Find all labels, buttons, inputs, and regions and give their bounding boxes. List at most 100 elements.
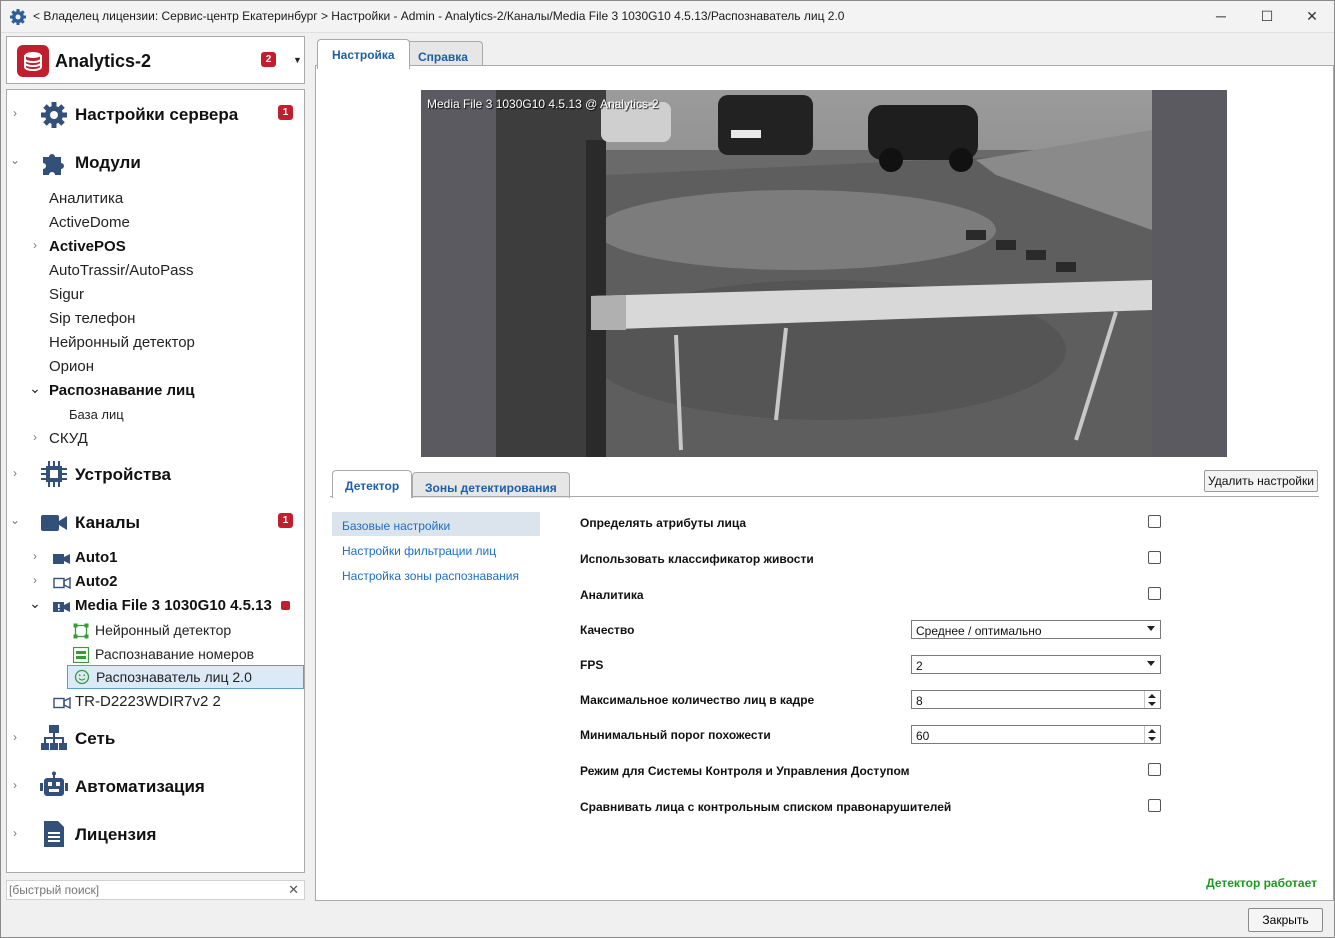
tree-label: Автоматизация bbox=[75, 777, 205, 796]
close-button[interactable]: Закрыть bbox=[1248, 908, 1323, 932]
camera-warning-icon bbox=[53, 602, 70, 612]
nav-basic-settings[interactable]: Базовые настройки bbox=[332, 512, 540, 536]
chevron-right-icon[interactable]: › bbox=[9, 778, 21, 792]
server-selector[interactable]: Analytics-2 2 ▼ bbox=[6, 36, 305, 84]
quick-search-input[interactable] bbox=[9, 882, 279, 898]
chip-icon bbox=[41, 461, 67, 487]
minimize-button[interactable]: ─ bbox=[1198, 1, 1244, 31]
tree-label: TR-D2223WDIR7v2 2 bbox=[75, 693, 221, 710]
checkbox-liveness[interactable] bbox=[1148, 551, 1161, 564]
tree-label: Нейронный детектор bbox=[95, 622, 232, 638]
camera-icon bbox=[53, 554, 70, 564]
chevron-right-icon[interactable]: › bbox=[9, 826, 21, 840]
chevron-right-icon[interactable]: › bbox=[29, 238, 41, 252]
tree-item-sigur[interactable]: Sigur bbox=[49, 286, 304, 303]
min-threshold-spinbox[interactable]: 60 bbox=[911, 725, 1161, 744]
tree-item-autotrassir[interactable]: AutoTrassir/AutoPass bbox=[49, 262, 304, 279]
maximize-button[interactable]: ☐ bbox=[1244, 1, 1290, 31]
tree-label: Лицензия bbox=[75, 825, 157, 844]
puzzle-icon bbox=[43, 154, 64, 175]
tree-item-automation[interactable]: › Автоматизация bbox=[7, 770, 304, 802]
tree-item-media-file[interactable]: ⌄ Media File 3 1030G10 4.5.13 bbox=[7, 595, 304, 617]
tree-item-channels[interactable]: ⌄ Каналы 1 bbox=[7, 506, 304, 538]
tree-label: Распознаватель лиц 2.0 bbox=[96, 669, 252, 685]
window-title: < Владелец лицензии: Сервис-центр Екатер… bbox=[33, 9, 845, 23]
close-window-button[interactable]: ✕ bbox=[1289, 1, 1335, 31]
max-faces-spinbox[interactable]: 8 bbox=[911, 690, 1161, 709]
min-threshold-value: 60 bbox=[916, 729, 930, 743]
fps-value: 2 bbox=[916, 659, 923, 673]
neural-detector-icon bbox=[73, 623, 89, 639]
quality-select[interactable]: Среднее / оптимально bbox=[911, 620, 1161, 639]
tree-item-plate-recognition[interactable]: Распознавание номеров bbox=[7, 645, 304, 665]
fps-select[interactable]: 2 bbox=[911, 655, 1161, 674]
video-preview: Media File 3 1030G10 4.5.13 @ Analytics-… bbox=[421, 90, 1227, 457]
tree-item-server-settings[interactable]: › Настройки сервера 1 bbox=[7, 98, 304, 130]
chevron-right-icon[interactable]: › bbox=[9, 466, 21, 480]
checkbox-attributes[interactable] bbox=[1148, 515, 1161, 528]
checkbox-watchlist[interactable] bbox=[1148, 799, 1161, 812]
dropdown-arrow-icon bbox=[1147, 661, 1155, 666]
smiley-face-icon bbox=[74, 669, 90, 685]
chevron-down-icon[interactable]: ⌄ bbox=[9, 513, 21, 527]
spin-up-icon[interactable] bbox=[1148, 694, 1156, 698]
tree-item-face-db[interactable]: База лиц bbox=[69, 407, 304, 422]
spin-down-icon[interactable] bbox=[1148, 737, 1156, 741]
field-label-fps: FPS bbox=[580, 658, 604, 672]
chevron-down-icon[interactable]: ⌄ bbox=[9, 153, 21, 167]
spin-up-icon[interactable] bbox=[1148, 729, 1156, 733]
plate-recognition-icon bbox=[73, 647, 89, 663]
tree-item-activepos[interactable]: › ActivePOS bbox=[7, 238, 304, 258]
chevron-right-icon[interactable]: › bbox=[29, 430, 41, 444]
tree-item-sip-phone[interactable]: Sip телефон bbox=[49, 310, 304, 327]
checkbox-acs-mode[interactable] bbox=[1148, 763, 1161, 776]
field-label-quality: Качество bbox=[580, 623, 635, 637]
tab-settings[interactable]: Настройка bbox=[317, 39, 410, 69]
tree-item-modules[interactable]: ⌄ Модули bbox=[7, 146, 304, 178]
nav-zone-settings[interactable]: Настройка зоны распознавания bbox=[332, 562, 540, 586]
quality-value: Среднее / оптимально bbox=[916, 624, 1042, 638]
clear-search-icon[interactable]: ✕ bbox=[288, 882, 299, 898]
tree-item-skud[interactable]: › СКУД bbox=[7, 430, 304, 450]
tree-item-tr-camera[interactable]: TR-D2223WDIR7v2 2 bbox=[7, 693, 304, 713]
checkbox-analytics[interactable] bbox=[1148, 587, 1161, 600]
max-faces-value: 8 bbox=[916, 694, 923, 708]
chevron-right-icon[interactable]: › bbox=[9, 730, 21, 744]
subtab-detector[interactable]: Детектор bbox=[332, 470, 413, 498]
tree-item-face-recognition[interactable]: ⌄ Распознавание лиц bbox=[7, 380, 304, 402]
settings-window: < Владелец лицензии: Сервис-центр Екатер… bbox=[0, 0, 1335, 938]
tree-item-face-recognizer-selected[interactable]: Распознаватель лиц 2.0 bbox=[67, 665, 304, 689]
alert-marker bbox=[281, 601, 290, 610]
chevron-right-icon[interactable]: › bbox=[9, 106, 21, 120]
tree-item-devices[interactable]: › Устройства bbox=[7, 458, 304, 490]
tree-item-neural-detector[interactable]: Нейронный детектор bbox=[49, 334, 304, 351]
chevron-down-icon[interactable]: ⌄ bbox=[29, 595, 41, 612]
tree-label: Каналы bbox=[75, 513, 141, 532]
tree-item-orion[interactable]: Орион bbox=[49, 358, 304, 375]
chevron-down-icon[interactable]: ⌄ bbox=[29, 380, 41, 397]
tree-label: Сеть bbox=[75, 729, 116, 748]
tree-item-neural-detector-channel[interactable]: Нейронный детектор bbox=[7, 621, 304, 641]
chevron-down-icon[interactable]: ▼ bbox=[293, 55, 302, 65]
alert-badge: 1 bbox=[278, 513, 293, 528]
tree-item-activedome[interactable]: ActiveDome bbox=[49, 214, 304, 231]
subtab-detection-zones[interactable]: Зоны детектирования bbox=[412, 472, 570, 498]
camera-frame bbox=[496, 90, 1152, 457]
delete-settings-button[interactable]: Удалить настройки bbox=[1204, 470, 1318, 492]
chevron-right-icon[interactable]: › bbox=[29, 573, 41, 587]
tree-item-license[interactable]: › Лицензия bbox=[7, 818, 304, 850]
spin-down-icon[interactable] bbox=[1148, 702, 1156, 706]
alert-badge: 1 bbox=[278, 105, 293, 120]
server-settings-gear-icon bbox=[41, 102, 67, 128]
tree-item-auto1[interactable]: › Auto1 bbox=[7, 549, 304, 569]
tree-label: СКУД bbox=[49, 430, 88, 447]
nav-filter-settings[interactable]: Настройки фильтрации лиц bbox=[332, 537, 540, 561]
tree-item-analytics[interactable]: Аналитика bbox=[49, 190, 304, 207]
field-label-attributes: Определять атрибуты лица bbox=[580, 516, 747, 530]
tree-item-auto2[interactable]: › Auto2 bbox=[7, 573, 304, 593]
chevron-right-icon[interactable]: › bbox=[29, 549, 41, 563]
title-bar: < Владелец лицензии: Сервис-центр Екатер… bbox=[1, 1, 1334, 33]
tree-item-network[interactable]: › Сеть bbox=[7, 722, 304, 754]
server-name: Analytics-2 bbox=[55, 51, 152, 71]
tree-label: Auto1 bbox=[75, 549, 118, 566]
